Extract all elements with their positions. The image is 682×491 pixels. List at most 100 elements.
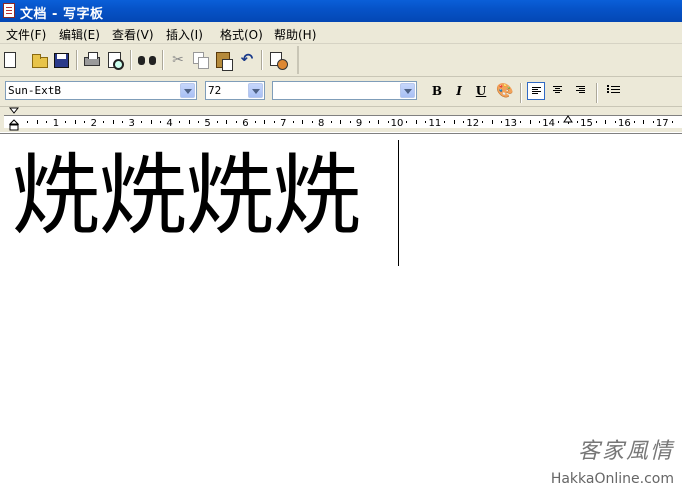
ruler-tick — [453, 120, 455, 124]
align-left-button[interactable] — [527, 82, 545, 100]
document-text[interactable]: 烍烍烍烍 — [12, 144, 361, 248]
ruler-label: 12 — [466, 118, 480, 129]
ruler-tick — [46, 121, 48, 123]
ruler[interactable]: 1 2 3 4 5 6 7 8 9 10 11 12 13 14 15 16 17 — [0, 107, 682, 132]
menu-file[interactable]: 文件(F) — [6, 26, 46, 43]
ruler-tick — [614, 121, 616, 123]
ruler-tick — [27, 121, 29, 123]
ruler-label: 3 — [128, 118, 135, 129]
align-right-button[interactable] — [572, 82, 590, 100]
font-size-value: 72 — [208, 84, 222, 97]
menu-bar: 文件(F) 编辑(E) 查看(V) 插入(I) 格式(O) 帮助(H) — [0, 22, 682, 44]
script-select[interactable] — [272, 81, 417, 100]
ruler-label: 5 — [204, 118, 211, 129]
right-indent-marker-icon[interactable] — [563, 115, 573, 123]
toolbar-grip — [297, 46, 299, 74]
italic-button[interactable]: I — [450, 82, 468, 100]
ruler-label: 11 — [428, 118, 442, 129]
chevron-down-icon[interactable] — [248, 83, 263, 98]
ruler-tick — [425, 121, 427, 123]
bullets-icon — [607, 85, 620, 95]
standard-toolbar: ✂ ↶ — [0, 44, 682, 77]
undo-icon[interactable]: ↶ — [238, 50, 256, 68]
ruler-strip: 1 2 3 4 5 6 7 8 9 10 11 12 13 14 15 16 17 — [4, 115, 682, 129]
ruler-tick — [179, 121, 181, 123]
bullets-button[interactable] — [603, 82, 621, 100]
menu-insert[interactable]: 插入(I) — [166, 26, 203, 43]
ruler-label: 8 — [318, 118, 325, 129]
ruler-label: 4 — [166, 118, 173, 129]
ruler-label: 1 — [52, 118, 60, 129]
ruler-tick — [671, 121, 673, 123]
ruler-tick — [122, 121, 124, 123]
ruler-tick — [216, 121, 218, 123]
left-indent-marker-icon[interactable] — [9, 107, 19, 131]
menu-view[interactable]: 查看(V) — [112, 26, 154, 43]
title-bar: 文档 - 写字板 — [0, 0, 682, 22]
format-bar: Sun-ExtB 72 B I U 🎨 — [0, 77, 682, 107]
copy-icon[interactable] — [193, 52, 209, 69]
chevron-down-icon[interactable] — [400, 83, 415, 98]
font-size-select[interactable]: 72 — [205, 81, 265, 100]
ruler-tick — [150, 120, 152, 124]
ruler-tick — [577, 121, 579, 123]
ruler-label: 17 — [655, 118, 669, 129]
toolbar-separator — [76, 50, 78, 70]
align-left-icon — [532, 87, 541, 96]
toolbar-separator — [520, 83, 522, 103]
color-palette-icon[interactable]: 🎨 — [496, 82, 514, 100]
ruler-tick — [387, 121, 389, 123]
find-binoculars-icon[interactable] — [138, 53, 156, 67]
text-caret — [398, 140, 399, 266]
insert-datetime-icon[interactable] — [270, 52, 288, 70]
ruler-tick — [482, 121, 484, 123]
ruler-tick — [633, 121, 635, 123]
ruler-label: 15 — [580, 118, 593, 129]
menu-help[interactable]: 帮助(H) — [274, 26, 316, 43]
ruler-tick — [103, 121, 105, 123]
ruler-label: 9 — [355, 118, 363, 129]
ruler-label: 2 — [90, 118, 97, 129]
ruler-tick — [415, 120, 417, 124]
toolbar-separator — [130, 50, 132, 70]
font-name-select[interactable]: Sun-ExtB — [5, 81, 197, 100]
ruler-tick — [368, 121, 370, 123]
ruler-tick — [595, 121, 597, 123]
ruler-tick — [264, 120, 266, 124]
ruler-tick — [643, 120, 645, 124]
cut-scissors-icon[interactable]: ✂ — [169, 51, 187, 69]
toolbar-separator — [596, 83, 598, 103]
ruler-tick — [226, 120, 228, 124]
paste-icon[interactable] — [216, 52, 233, 71]
align-center-icon — [553, 86, 562, 95]
watermark-chinese: 客家風情 — [577, 439, 674, 464]
ruler-tick — [36, 120, 38, 124]
ruler-label: 14 — [542, 118, 555, 129]
new-document-icon[interactable] — [4, 52, 16, 68]
align-center-button[interactable] — [549, 82, 567, 100]
ruler-tick — [444, 121, 446, 123]
toolbar-separator — [261, 50, 263, 70]
open-folder-icon[interactable] — [32, 54, 48, 68]
ruler-tick — [529, 120, 531, 124]
underline-button[interactable]: U — [472, 82, 490, 100]
bold-button[interactable]: B — [428, 82, 446, 100]
wordpad-app-icon[interactable] — [3, 3, 15, 18]
save-disk-icon[interactable] — [54, 53, 69, 68]
ruler-tick — [65, 121, 67, 123]
ruler-tick — [605, 120, 607, 124]
ruler-tick — [501, 121, 503, 123]
ruler-tick — [491, 120, 493, 124]
ruler-tick — [188, 120, 190, 124]
ruler-tick — [292, 121, 294, 123]
ruler-tick — [302, 120, 304, 124]
document-editor[interactable]: 烍烍烍烍 客家風情 HakkaOnline.com — [0, 133, 682, 491]
watermark-url: HakkaOnline.com — [550, 471, 674, 487]
print-icon[interactable] — [84, 52, 100, 66]
ruler-tick — [463, 121, 465, 123]
menu-format[interactable]: 格式(O) — [220, 26, 263, 43]
print-preview-icon[interactable] — [108, 52, 124, 70]
menu-edit[interactable]: 编辑(E) — [59, 26, 100, 43]
ruler-label: 10 — [390, 118, 404, 129]
chevron-down-icon[interactable] — [180, 83, 195, 98]
